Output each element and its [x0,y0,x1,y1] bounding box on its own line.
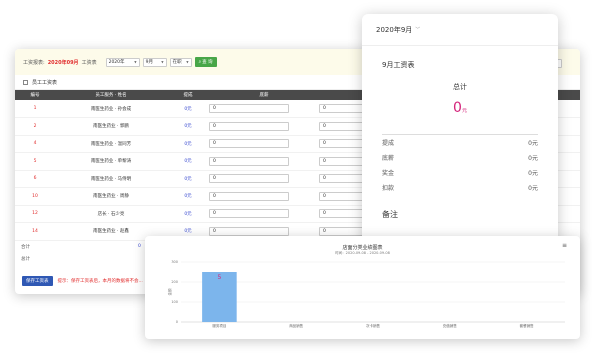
chevron-down-icon: ▼ [161,60,164,64]
row-commission: 0元 [184,141,192,147]
y-axis-label: 金额 [167,288,172,296]
save-payroll-button[interactable]: 保存工资表 [22,276,53,286]
chevron-down-icon: ﹀ [415,27,421,33]
row-name: 南医生药业 · 郭鹏 [93,124,129,130]
x-tick-label: 次卡销售 [366,323,380,328]
total-label: 总计 [453,83,467,91]
row-commission: 0元 [184,124,192,130]
panel-title: 9月工资表 [382,61,415,69]
save-tip: 提示：保存工资表后，本月的数据将不会... [57,279,143,284]
x-tick-label: 商品销售 [289,323,303,328]
chevron-down-icon: ▼ [186,60,189,64]
summary-row-bonus: 奖金 0元 [382,170,538,177]
row-name: 南医生药业 · 马侍明 [90,176,132,182]
section-checkbox[interactable] [23,79,28,85]
summary-row-base: 底薪 0元 [382,155,538,162]
summary-row-commission: 提成 0元 [382,140,538,147]
search-icon: ⌕ [198,60,202,65]
col-base: 底薪 [259,93,269,98]
base-salary-input[interactable]: 0 [209,209,289,219]
base-salary-input[interactable]: 0 [209,139,289,149]
col-name: 员工服务 · 姓名 [95,93,127,98]
report-label: 工资报表: [23,59,45,66]
base-salary-input[interactable]: 0 [209,104,289,113]
chart-plot: 0 100 200 300 金额服务项目 5 商品销售 次卡销售 充值销售 套餐销售 [167,260,565,328]
period-label: 2020年9月 [376,25,413,34]
y-tick-label: 200 [171,280,178,284]
base-salary-input[interactable]: 0 [209,191,289,201]
base-salary-input[interactable]: 0 [209,174,289,184]
chevron-down-icon: ▼ [134,60,137,64]
section-title: 员工工资表 [32,79,58,86]
category-chart-card: 店面分类业绩图表 时间：2020-09-08 - 2020-09-08 ≡ 01… [145,236,580,339]
subtotal-value: 0 [138,244,141,249]
x-tick-label: 服务项目 [212,323,226,328]
notes-label: 备注 [382,210,398,219]
row-id: 12 [32,211,38,217]
row-name: 南医生药业 · 单黎涛 [90,159,132,165]
row-name: 南医生药业 · 周静 [93,194,129,200]
col-id: 编号 [30,93,40,98]
x-tick-label: 套餐销售 [520,323,535,328]
data-label: 5 [217,274,221,281]
month-select[interactable]: 9月 ▼ [142,57,167,67]
base-salary-input[interactable]: 0 [209,156,289,166]
summary-row-deduction: 扣款 0元 [382,185,538,192]
total-amount: 0元 [453,100,467,116]
subtotal-label: 合计 [21,244,30,250]
total-label: 总计 [21,256,30,262]
row-id: 14 [32,228,38,234]
base-salary-input[interactable]: 0 [209,121,289,131]
report-suffix: 工资表 [81,59,97,66]
col-commission: 提成 [183,93,193,98]
row-id: 1 [33,106,37,111]
status-select[interactable]: 在职 ▼ [169,57,192,67]
period-selector[interactable]: 2020年9月 ﹀ [362,14,558,46]
row-id: 10 [32,193,38,199]
x-tick-label: 充值销售 [443,323,457,328]
row-commission: 0元 [184,176,192,182]
row-commission: 0元 [184,211,192,217]
row-id: 6 [33,176,37,182]
row-id: 5 [33,158,37,164]
year-select[interactable]: 2020年 ▼ [105,57,140,67]
y-tick-label: 300 [171,260,178,264]
row-commission: 0元 [184,194,192,200]
current-month: 2020年09月 [47,59,79,66]
search-button[interactable]: ⌕ 查 询 [194,57,217,67]
row-name: 南医生药业 · 温同芳 [90,141,132,147]
salary-summary-panel: 2020年9月 ﹀ 9月工资表 总计 0元 提成 0元 底薪 0元 奖金 0元 扣款 0… [362,14,558,246]
y-tick-label: 0 [176,320,178,324]
y-tick-label: 100 [171,300,178,304]
row-commission: 0元 [184,159,192,165]
base-salary-input[interactable]: 0 [209,226,289,236]
row-id: 4 [33,141,37,147]
row-name: 店长 · 石少亮 [97,211,125,217]
row-name: 南医生药业 · 孙会成 [90,106,132,112]
row-commission: 0元 [184,106,192,112]
row-id: 2 [33,123,37,129]
